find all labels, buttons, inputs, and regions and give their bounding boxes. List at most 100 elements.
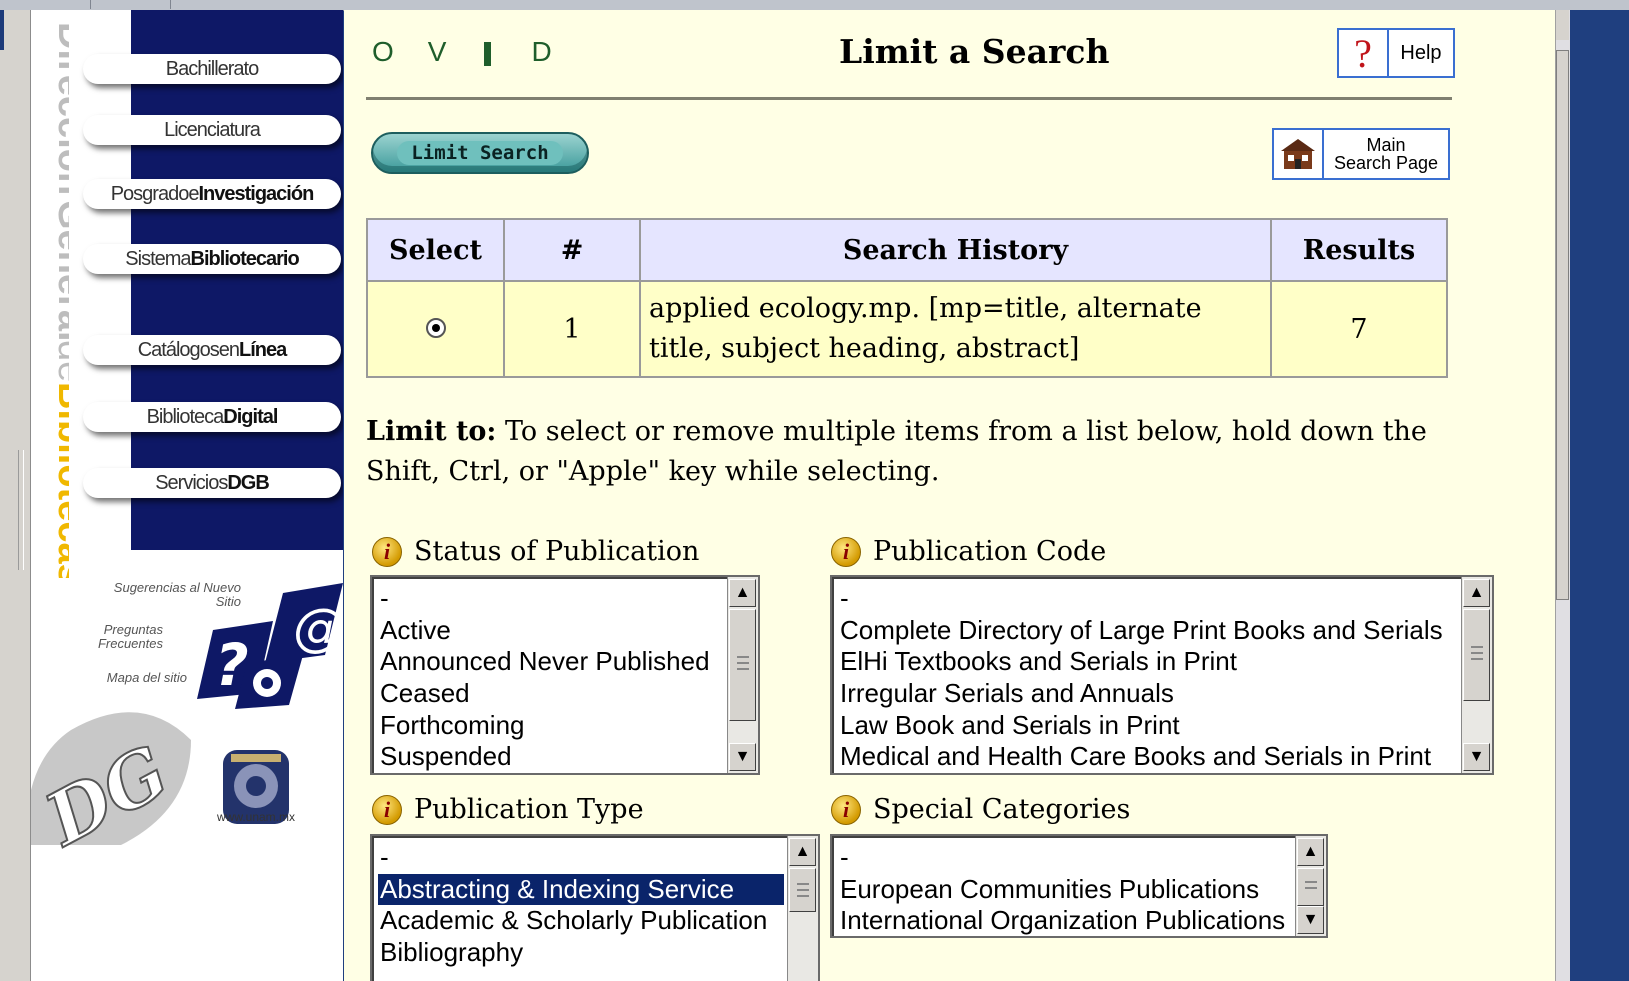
status-field-label: i Status of Publication [372,536,699,567]
listbox-scrollbar[interactable]: ▲ ▼ [1461,577,1492,773]
limit-to-text: To select or remove multiple items from … [366,416,1427,487]
house-icon [1274,130,1324,178]
special-field-label: i Special Categories [831,794,1130,825]
nav-licenciatura-button[interactable]: Licenciatura [83,115,341,145]
site-help-graphic: Sugerencias al Nuevo Sitio Preguntas Fre… [81,575,343,715]
scroll-down-icon[interactable]: ▼ [729,743,756,771]
list-item[interactable]: - [378,842,784,874]
pubtype-listbox[interactable]: - Abstracting & Indexing Service Academi… [370,834,820,981]
limit-to-label: Limit to: [366,416,497,447]
list-item[interactable]: Law Book and Serials in Print [838,710,1458,742]
list-item[interactable]: Complete Directory of Large Print Books … [838,615,1458,647]
page-scroll-thumb[interactable] [1556,50,1569,600]
listbox-scrollbar[interactable]: ▲ [787,836,818,981]
main-search-page-button[interactable]: Main Search Page [1272,128,1450,180]
search-history-table: Select # Search History Results 1 applie… [366,218,1448,378]
scroll-down-icon[interactable]: ▼ [1463,743,1490,771]
library-nav-frame: Dirección General de Bibliotecas Bachill… [31,10,343,981]
grip-line [737,662,749,664]
scroll-up-icon[interactable]: ▲ [1297,838,1324,866]
scroll-thumb[interactable] [1463,609,1490,701]
scroll-thumb[interactable] [789,868,816,912]
listbox-scrollbar[interactable]: ▲ ▼ [727,577,758,773]
list-item[interactable]: Announced Never Published [378,646,724,678]
frame-splitter[interactable] [18,450,24,570]
nav-btn-bold: Digital [223,405,278,428]
pubcode-field-label: i Publication Code [831,536,1106,567]
pubtype-field-label: i Publication Type [372,794,644,825]
results-count[interactable]: 7 [1270,280,1448,378]
scroll-up-icon[interactable]: ▲ [789,838,816,866]
limit-to-instructions: Limit to: To select or remove multiple i… [366,412,1466,492]
listbox-scrollbar[interactable]: ▲ ▼ [1295,836,1326,936]
ovid-letter: O [372,36,394,67]
column-header: # [503,218,641,282]
list-item[interactable]: Suspended [378,741,724,773]
unam-link[interactable]: www.unam.mx [201,810,311,824]
scroll-up-icon[interactable]: ▲ [1463,579,1490,607]
scroll-down-icon[interactable]: ▼ [1297,906,1324,934]
list-item[interactable]: International Organization Publications [838,905,1292,936]
vertical-title: Dirección General de Bibliotecas [50,22,69,578]
special-label-text: Special Categories [873,794,1131,825]
list-item[interactable]: Academic & Scholarly Publication [378,905,784,937]
list-item[interactable]: - [838,583,1458,615]
grip-line [1305,881,1317,883]
help-label: Help [1400,41,1442,64]
grip-line [1305,887,1317,889]
list-item[interactable]: - [378,583,724,615]
vertical-title-de: de [50,340,69,382]
scroll-up-icon[interactable]: ▲ [729,579,756,607]
pubtype-label-text: Publication Type [414,794,644,825]
info-icon[interactable]: i [372,536,402,567]
grip-line [797,883,809,885]
limit-search-button[interactable]: Limit Search [371,132,589,174]
nav-bachillerato-button[interactable]: Bachillerato [83,54,341,84]
list-item[interactable]: Medical and Health Care Books and Serial… [838,741,1458,773]
svg-text:@: @ [293,598,343,658]
nav-sistema-bibliotecario-button[interactable]: Sistema Bibliotecario [83,244,341,274]
status-label-text: Status of Publication [414,536,700,567]
preguntas-link[interactable]: Preguntas Frecuentes [81,623,163,651]
table-header-row: Select # Search History Results [366,218,1448,282]
ovid-main-frame: O V D Limit a Search ? Help Limit Search M… [344,10,1555,981]
status-listbox[interactable]: - Active Announced Never Published Cease… [370,575,760,775]
scroll-up-icon[interactable] [1556,10,1569,40]
row-number: 1 [503,280,641,378]
nav-biblioteca-digital-button[interactable]: Biblioteca Digital [83,402,341,432]
list-item[interactable]: Forthcoming [378,710,724,742]
scroll-thumb[interactable] [1297,868,1324,906]
page-scrollbar[interactable] [1555,10,1570,981]
list-item[interactable]: - [838,842,1292,874]
info-icon[interactable]: i [372,794,402,825]
scroll-thumb[interactable] [729,609,756,721]
info-icon[interactable]: i [831,536,861,567]
column-header: Select [366,218,505,282]
browser-tab[interactable] [30,0,91,9]
ovid-bar-icon [484,41,492,66]
question-mark-icon: ? [1339,30,1389,76]
list-item[interactable]: Ceased [378,678,724,710]
list-item[interactable]: European Communities Publications [838,874,1292,906]
nav-servicios-button[interactable]: Servicios DGB [83,468,341,498]
list-item[interactable]: ElHi Textbooks and Serials in Print [838,646,1458,678]
info-icon[interactable]: i [831,794,861,825]
header-divider [366,97,1452,100]
grip-line [797,889,809,891]
special-listbox[interactable]: - European Communities Publications Inte… [830,834,1328,938]
vertical-title-general: General [50,200,69,342]
frame-rail [0,10,31,981]
list-item[interactable]: Active [378,615,724,647]
browser-tab[interactable] [92,0,171,9]
help-button[interactable]: ? Help [1337,28,1455,78]
list-item-selected[interactable]: Abstracting & Indexing Service [378,873,784,906]
nav-posgrado-button[interactable]: Posgradoe Investigación [83,179,341,209]
limit-search-label: Limit Search [397,141,563,165]
mapa-link[interactable]: Mapa del sitio [81,671,187,685]
nav-catalogos-button[interactable]: Catálogosen Línea [83,335,341,365]
table-row: 1 applied ecology.mp. [mp=title, alterna… [366,280,1448,378]
pubcode-listbox[interactable]: - Complete Directory of Large Print Book… [830,575,1494,775]
select-radio[interactable] [425,317,446,338]
list-item[interactable]: Irregular Serials and Annuals [838,678,1458,710]
list-item[interactable]: Bibliography [378,937,784,969]
